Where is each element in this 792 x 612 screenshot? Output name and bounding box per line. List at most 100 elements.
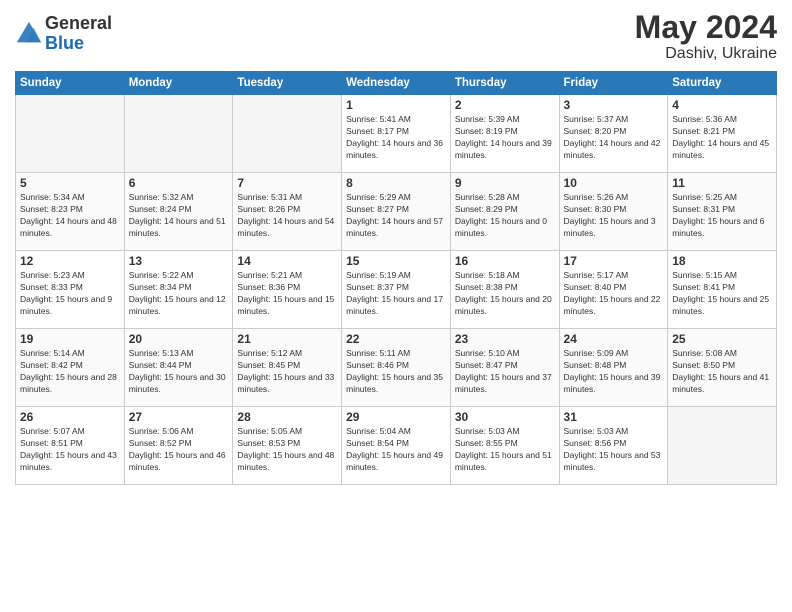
day-number: 25: [672, 332, 772, 346]
calendar-cell: [16, 95, 125, 173]
cell-info: Sunrise: 5:28 AMSunset: 8:29 PMDaylight:…: [455, 192, 555, 240]
calendar-cell: 17Sunrise: 5:17 AMSunset: 8:40 PMDayligh…: [559, 251, 668, 329]
cell-info: Sunrise: 5:32 AMSunset: 8:24 PMDaylight:…: [129, 192, 229, 240]
day-number: 16: [455, 254, 555, 268]
day-number: 23: [455, 332, 555, 346]
cell-info: Sunrise: 5:05 AMSunset: 8:53 PMDaylight:…: [237, 426, 337, 474]
calendar-cell: 6Sunrise: 5:32 AMSunset: 8:24 PMDaylight…: [124, 173, 233, 251]
calendar-cell: 21 Sunrise: 5:12 AMSunset: 8:45 PMDayligh…: [233, 329, 342, 407]
day-number: 20: [129, 332, 229, 346]
cell-info: Sunrise: 5:41 AMSunset: 8:17 PMDaylight:…: [346, 114, 446, 162]
day-number: 8: [346, 176, 446, 190]
calendar-cell: 31Sunrise: 5:03 AMSunset: 8:56 PMDayligh…: [559, 407, 668, 485]
cell-info: Sunrise: 5:36 AMSunset: 8:21 PMDaylight:…: [672, 114, 772, 162]
day-number: 13: [129, 254, 229, 268]
cell-info: Sunrise: 5:13 AMSunset: 8:44 PMDaylight:…: [129, 348, 229, 396]
day-number: 19: [20, 332, 120, 346]
col-monday: Monday: [124, 72, 233, 95]
day-number: 29: [346, 410, 446, 424]
col-tuesday: Tuesday: [233, 72, 342, 95]
cell-info: Sunrise: 5:11 AMSunset: 8:46 PMDaylight:…: [346, 348, 446, 396]
calendar-cell: 19Sunrise: 5:14 AMSunset: 8:42 PMDayligh…: [16, 329, 125, 407]
day-number: 21: [237, 332, 337, 346]
day-number: 30: [455, 410, 555, 424]
cell-info: Sunrise: 5:37 AMSunset: 8:20 PMDaylight:…: [564, 114, 664, 162]
cell-info: Sunrise: 5:17 AMSunset: 8:40 PMDaylight:…: [564, 270, 664, 318]
calendar-cell: 3 Sunrise: 5:37 AMSunset: 8:20 PMDaylight…: [559, 95, 668, 173]
cell-info: Sunrise: 5:22 AMSunset: 8:34 PMDaylight:…: [129, 270, 229, 318]
cell-info: Sunrise: 5:34 AMSunset: 8:23 PMDaylight:…: [20, 192, 120, 240]
cell-info: Sunrise: 5:03 AMSunset: 8:55 PMDaylight:…: [455, 426, 555, 474]
calendar-cell: 15Sunrise: 5:19 AMSunset: 8:37 PMDayligh…: [342, 251, 451, 329]
day-number: 7: [237, 176, 337, 190]
cell-info: Sunrise: 5:39 AMSunset: 8:19 PMDaylight:…: [455, 114, 555, 162]
logo: General Blue: [15, 14, 112, 54]
calendar-cell: 24 Sunrise: 5:09 AMSunset: 8:48 PMDayligh…: [559, 329, 668, 407]
day-number: 5: [20, 176, 120, 190]
calendar-cell: 25 Sunrise: 5:08 AMSunset: 8:50 PMDayligh…: [668, 329, 777, 407]
cell-info: Sunrise: 5:04 AMSunset: 8:54 PMDaylight:…: [346, 426, 446, 474]
header: General Blue May 2024 Dashiv, Ukraine: [15, 10, 777, 63]
calendar-cell: 28 Sunrise: 5:05 AMSunset: 8:53 PMDayligh…: [233, 407, 342, 485]
calendar-table: Sunday Monday Tuesday Wednesday Thursday…: [15, 71, 777, 485]
calendar-cell: 29 Sunrise: 5:04 AMSunset: 8:54 PMDayligh…: [342, 407, 451, 485]
logo-blue-text: Blue: [45, 34, 112, 54]
calendar-week-3: 12 Sunrise: 5:23 AMSunset: 8:33 PMDayligh…: [16, 251, 777, 329]
day-number: 26: [20, 410, 120, 424]
calendar-cell: [233, 95, 342, 173]
cell-info: Sunrise: 5:18 AMSunset: 8:38 PMDaylight:…: [455, 270, 555, 318]
calendar-week-5: 26 Sunrise: 5:07 AMSunset: 8:51 PMDayligh…: [16, 407, 777, 485]
logo-general-text: General: [45, 14, 112, 34]
calendar-cell: 13 Sunrise: 5:22 AMSunset: 8:34 PMDayligh…: [124, 251, 233, 329]
day-number: 2: [455, 98, 555, 112]
location: Dashiv, Ukraine: [635, 45, 777, 63]
calendar-cell: 22 Sunrise: 5:11 AMSunset: 8:46 PMDayligh…: [342, 329, 451, 407]
day-number: 24: [564, 332, 664, 346]
calendar-cell: 18Sunrise: 5:15 AMSunset: 8:41 PMDayligh…: [668, 251, 777, 329]
calendar-cell: 1Sunrise: 5:41 AMSunset: 8:17 PMDaylight…: [342, 95, 451, 173]
cell-info: Sunrise: 5:09 AMSunset: 8:48 PMDaylight:…: [564, 348, 664, 396]
day-number: 14: [237, 254, 337, 268]
month-year: May 2024: [635, 10, 777, 45]
logo-text: General Blue: [45, 14, 112, 54]
day-number: 3: [564, 98, 664, 112]
col-friday: Friday: [559, 72, 668, 95]
page-container: General Blue May 2024 Dashiv, Ukraine Su…: [0, 0, 792, 490]
day-number: 12: [20, 254, 120, 268]
day-number: 18: [672, 254, 772, 268]
logo-icon: [15, 20, 43, 48]
calendar-cell: 2 Sunrise: 5:39 AMSunset: 8:19 PMDaylight…: [450, 95, 559, 173]
calendar-cell: 5 Sunrise: 5:34 AMSunset: 8:23 PMDaylight…: [16, 173, 125, 251]
calendar-week-4: 19Sunrise: 5:14 AMSunset: 8:42 PMDayligh…: [16, 329, 777, 407]
cell-info: Sunrise: 5:25 AMSunset: 8:31 PMDaylight:…: [672, 192, 772, 240]
day-number: 4: [672, 98, 772, 112]
cell-info: Sunrise: 5:08 AMSunset: 8:50 PMDaylight:…: [672, 348, 772, 396]
cell-info: Sunrise: 5:03 AMSunset: 8:56 PMDaylight:…: [564, 426, 664, 474]
calendar-week-1: 1Sunrise: 5:41 AMSunset: 8:17 PMDaylight…: [16, 95, 777, 173]
cell-info: Sunrise: 5:07 AMSunset: 8:51 PMDaylight:…: [20, 426, 120, 474]
calendar-cell: [668, 407, 777, 485]
cell-info: Sunrise: 5:06 AMSunset: 8:52 PMDaylight:…: [129, 426, 229, 474]
cell-info: Sunrise: 5:31 AMSunset: 8:26 PMDaylight:…: [237, 192, 337, 240]
col-sunday: Sunday: [16, 72, 125, 95]
cell-info: Sunrise: 5:10 AMSunset: 8:47 PMDaylight:…: [455, 348, 555, 396]
calendar-cell: 23 Sunrise: 5:10 AMSunset: 8:47 PMDayligh…: [450, 329, 559, 407]
day-number: 15: [346, 254, 446, 268]
calendar-cell: 9 Sunrise: 5:28 AMSunset: 8:29 PMDaylight…: [450, 173, 559, 251]
day-number: 10: [564, 176, 664, 190]
cell-info: Sunrise: 5:23 AMSunset: 8:33 PMDaylight:…: [20, 270, 120, 318]
calendar-cell: 27 Sunrise: 5:06 AMSunset: 8:52 PMDayligh…: [124, 407, 233, 485]
day-number: 28: [237, 410, 337, 424]
cell-info: Sunrise: 5:29 AMSunset: 8:27 PMDaylight:…: [346, 192, 446, 240]
calendar-week-2: 5 Sunrise: 5:34 AMSunset: 8:23 PMDaylight…: [16, 173, 777, 251]
calendar-cell: 12 Sunrise: 5:23 AMSunset: 8:33 PMDayligh…: [16, 251, 125, 329]
col-thursday: Thursday: [450, 72, 559, 95]
header-row: Sunday Monday Tuesday Wednesday Thursday…: [16, 72, 777, 95]
cell-info: Sunrise: 5:26 AMSunset: 8:30 PMDaylight:…: [564, 192, 664, 240]
cell-info: Sunrise: 5:12 AMSunset: 8:45 PMDaylight:…: [237, 348, 337, 396]
day-number: 9: [455, 176, 555, 190]
day-number: 11: [672, 176, 772, 190]
day-number: 27: [129, 410, 229, 424]
calendar-cell: 30 Sunrise: 5:03 AMSunset: 8:55 PMDayligh…: [450, 407, 559, 485]
day-number: 22: [346, 332, 446, 346]
